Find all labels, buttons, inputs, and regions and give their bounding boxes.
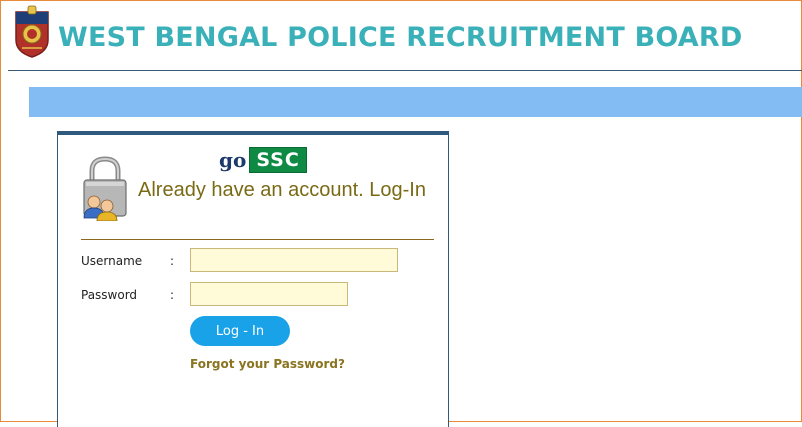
password-colon: :: [170, 288, 175, 302]
brand-ssc-badge: SSC: [249, 147, 307, 173]
login-heading: Already have an account. Log-In: [138, 179, 426, 201]
username-label: Username: [81, 254, 143, 268]
username-input[interactable]: [190, 248, 398, 272]
header-divider: [8, 70, 802, 71]
navigation-band: [29, 87, 802, 117]
brand-go-text: go: [219, 148, 247, 172]
password-input[interactable]: [190, 282, 348, 306]
forgot-password-link[interactable]: Forgot your Password?: [190, 357, 345, 371]
site-title: WEST BENGAL POLICE RECRUITMENT BOARD: [58, 22, 743, 53]
login-divider: [81, 239, 434, 240]
lock-users-icon: [83, 156, 127, 221]
password-label: Password: [81, 288, 138, 302]
police-emblem-icon: [15, 5, 49, 58]
username-colon: :: [170, 254, 175, 268]
login-button[interactable]: Log - In: [190, 316, 290, 346]
gossc-logo: go SSC: [219, 147, 307, 173]
